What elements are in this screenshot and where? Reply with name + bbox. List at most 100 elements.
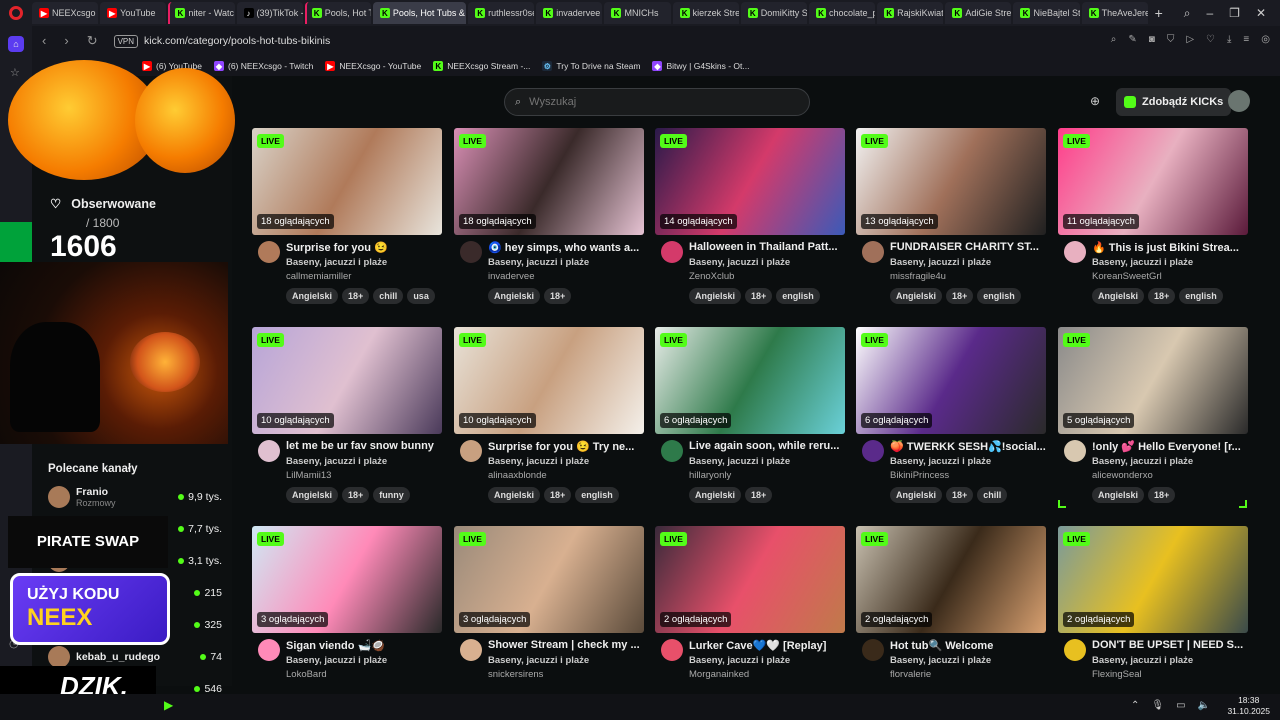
browser-tab[interactable]: Kruthlessr0se bbox=[468, 2, 535, 24]
browser-tab[interactable]: Kkierzek Strea bbox=[672, 2, 739, 24]
stream-thumbnail[interactable]: LIVE 11 oglądających bbox=[1058, 128, 1248, 235]
stream-category[interactable]: Baseny, jacuzzi i plaże bbox=[488, 257, 589, 268]
tag[interactable]: Angielski bbox=[488, 487, 541, 503]
vpn-badge[interactable]: VPN bbox=[113, 34, 139, 48]
streamer-name[interactable]: BikiniPrincess bbox=[890, 470, 949, 481]
stream-title[interactable]: Live again soon, while reru... bbox=[689, 440, 845, 452]
stream-thumbnail[interactable]: LIVE 6 oglądających bbox=[655, 327, 845, 434]
search-box[interactable]: ⌕ bbox=[504, 88, 810, 116]
streamer-name[interactable]: alinaaxblonde bbox=[488, 470, 547, 481]
stream-title[interactable]: 🔥 This is just Bikini Strea... bbox=[1092, 241, 1248, 254]
stream-card[interactable]: LIVE 18 oglądających 🧿 hey simps, who want… bbox=[454, 128, 644, 318]
edit-icon[interactable]: ✎ bbox=[1128, 34, 1136, 45]
stream-category[interactable]: Baseny, jacuzzi i plaże bbox=[1092, 257, 1193, 268]
tag[interactable]: 18+ bbox=[745, 487, 773, 503]
clock[interactable]: 18:38 31.10.2025 bbox=[1227, 695, 1270, 717]
stream-category[interactable]: Baseny, jacuzzi i plaże bbox=[689, 655, 790, 666]
avatar[interactable] bbox=[1064, 241, 1086, 263]
stream-category[interactable]: Baseny, jacuzzi i plaże bbox=[890, 655, 991, 666]
volume-icon[interactable]: 🔈 bbox=[1198, 700, 1210, 711]
stream-thumbnail[interactable]: LIVE 2 oglądających bbox=[856, 526, 1046, 633]
tag[interactable]: Angielski bbox=[689, 487, 742, 503]
tag[interactable]: Angielski bbox=[1092, 288, 1145, 304]
bookmark-item[interactable]: ◆ Bitwy | G4Skins - Ot... bbox=[652, 61, 749, 71]
avatar[interactable] bbox=[862, 639, 884, 661]
shield-icon[interactable]: ⛉ bbox=[1167, 34, 1175, 45]
tag[interactable]: funny bbox=[373, 487, 410, 503]
stream-thumbnail[interactable]: LIVE 18 oglądających bbox=[454, 128, 644, 235]
tag[interactable]: 18+ bbox=[946, 288, 974, 304]
stream-title[interactable]: Surprise for you 😉 bbox=[286, 241, 442, 254]
tag[interactable]: 18+ bbox=[342, 487, 370, 503]
back-icon[interactable]: ‹ bbox=[42, 33, 46, 49]
stream-thumbnail[interactable]: LIVE 3 oglądających bbox=[454, 526, 644, 633]
stream-thumbnail[interactable]: LIVE 13 oglądających bbox=[856, 128, 1046, 235]
heart-icon[interactable]: ♡ bbox=[1206, 34, 1215, 45]
streamer-name[interactable]: ZenoXclub bbox=[689, 271, 734, 282]
stream-card[interactable]: LIVE 6 oglądających Live again soon, while… bbox=[655, 327, 845, 517]
stream-category[interactable]: Baseny, jacuzzi i plaże bbox=[286, 655, 387, 666]
tag[interactable]: english bbox=[575, 487, 619, 503]
menu-icon[interactable]: ≡ bbox=[1243, 34, 1249, 45]
bookmark-item[interactable]: K NEEXcsgo Stream -... bbox=[433, 61, 530, 71]
streamer-name[interactable]: invadervee bbox=[488, 271, 534, 282]
stream-category[interactable]: Baseny, jacuzzi i plaże bbox=[488, 456, 589, 467]
browser-tab[interactable]: KPools, Hot Tubs & Bik bbox=[372, 2, 467, 24]
tag[interactable]: english bbox=[1179, 288, 1223, 304]
streamer-name[interactable]: Morganainked bbox=[689, 669, 749, 680]
avatar[interactable] bbox=[661, 241, 683, 263]
stream-title[interactable]: FUNDRAISER CHARITY ST... bbox=[890, 241, 1046, 253]
avatar[interactable] bbox=[258, 440, 280, 462]
browser-tab[interactable]: K RajskiKwiat bbox=[877, 2, 944, 24]
stream-title[interactable]: Lurker Cave💙🤍 [Replay] bbox=[689, 639, 845, 652]
browser-tab[interactable]: Kchocolate_p bbox=[808, 2, 876, 24]
tag[interactable]: 18+ bbox=[1148, 288, 1176, 304]
stream-category[interactable]: Baseny, jacuzzi i plaże bbox=[890, 257, 991, 268]
close-button[interactable]: ✕ bbox=[1256, 6, 1266, 21]
zoom-icon[interactable]: ⌕ bbox=[1111, 34, 1117, 45]
bookmark-item[interactable]: ⚙ Try To Drive na Steam bbox=[542, 61, 640, 71]
network-icon[interactable]: ▭ bbox=[1176, 700, 1185, 711]
tag[interactable]: english bbox=[977, 288, 1021, 304]
streamer-name[interactable]: KoreanSweetGrl bbox=[1092, 271, 1162, 282]
stream-category[interactable]: Baseny, jacuzzi i plaże bbox=[689, 257, 790, 268]
stream-thumbnail[interactable]: LIVE 6 oglądających bbox=[856, 327, 1046, 434]
tag[interactable]: chill bbox=[373, 288, 404, 304]
gift-icon[interactable]: ⊕ bbox=[1090, 94, 1100, 108]
stream-thumbnail[interactable]: LIVE 10 oglądających bbox=[252, 327, 442, 434]
stream-title[interactable]: 🍑 TWERKK SESH💦!social... bbox=[890, 440, 1046, 453]
stream-card[interactable]: LIVE 2 oglądających DON'T BE UPSET | NEED … bbox=[1058, 526, 1248, 716]
tag[interactable]: 18+ bbox=[1148, 487, 1176, 503]
browser-tab[interactable]: ▶ NEEXcsgo - bbox=[32, 2, 99, 24]
stream-title[interactable]: let me be ur fav snow bunny bbox=[286, 440, 442, 452]
stream-title[interactable]: Sigan viendo 🛁🥥 bbox=[286, 639, 442, 652]
browser-tab[interactable]: Kinvadervee bbox=[536, 2, 603, 24]
url-field[interactable]: kick.com/category/pools-hot-tubs-bikinis bbox=[144, 35, 330, 47]
browser-tab[interactable]: K MNICHs bbox=[604, 2, 671, 24]
play-icon[interactable]: ▶ bbox=[164, 698, 178, 712]
maximize-button[interactable]: ❐ bbox=[1229, 6, 1240, 21]
minimize-button[interactable]: – bbox=[1206, 6, 1213, 21]
stream-category[interactable]: Baseny, jacuzzi i plaże bbox=[286, 456, 387, 467]
bookmark-item[interactable]: ◆ (6) NEEXcsgo - Twitch bbox=[214, 61, 313, 71]
streamer-name[interactable]: LokoBard bbox=[286, 669, 327, 680]
download-icon[interactable]: ⤓ bbox=[1227, 34, 1231, 45]
tag[interactable]: usa bbox=[407, 288, 435, 304]
stream-title[interactable]: Halloween in Thailand Patt... bbox=[689, 241, 845, 253]
stream-card[interactable]: LIVE 6 oglądających 🍑 TWERKK SESH💦!social.… bbox=[856, 327, 1046, 517]
stream-card[interactable]: LIVE 2 oglądających Lurker Cave💙🤍 [Replay]… bbox=[655, 526, 845, 716]
streamer-name[interactable]: FlexingSeal bbox=[1092, 669, 1142, 680]
stream-title[interactable]: Shower Stream | check my ... bbox=[488, 639, 644, 651]
star-icon[interactable]: ☆ bbox=[10, 66, 20, 79]
play-icon[interactable]: ▷ bbox=[1186, 34, 1194, 45]
stream-title[interactable]: 🧿 hey simps, who wants a... bbox=[488, 241, 644, 254]
tag[interactable]: Angielski bbox=[286, 288, 339, 304]
stream-thumbnail[interactable]: LIVE 3 oglądających bbox=[252, 526, 442, 633]
avatar[interactable] bbox=[460, 440, 482, 462]
streamer-name[interactable]: hillaryonly bbox=[689, 470, 731, 481]
tag[interactable]: Angielski bbox=[689, 288, 742, 304]
sidebar-channel[interactable]: Franio Rozmowy 9,9 tys. bbox=[48, 482, 222, 512]
stream-card[interactable]: LIVE 10 oglądających let me be ur fav snow… bbox=[252, 327, 442, 517]
tag[interactable]: 18+ bbox=[745, 288, 773, 304]
avatar[interactable] bbox=[460, 639, 482, 661]
